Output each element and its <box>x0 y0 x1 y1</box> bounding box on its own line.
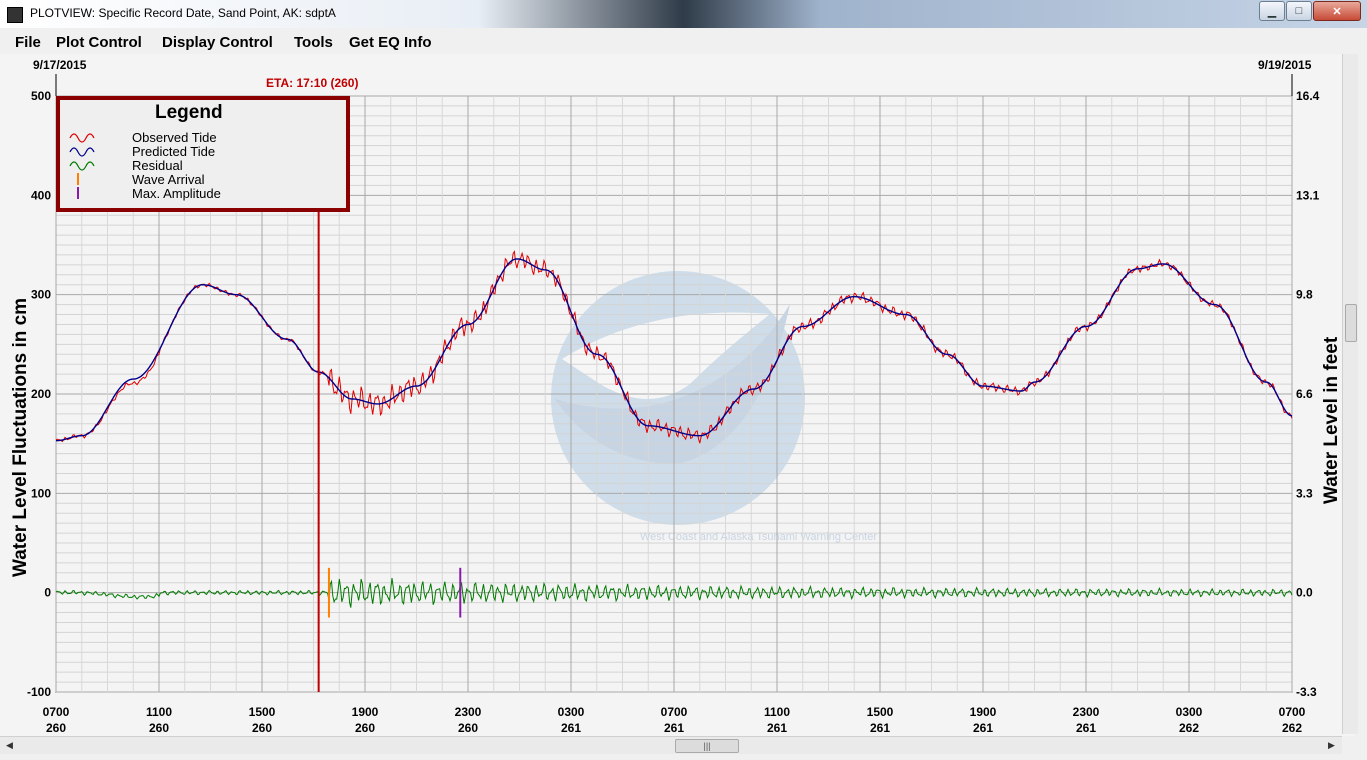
close-button[interactable]: ✕ <box>1313 1 1361 21</box>
vertical-scroll-thumb[interactable] <box>1345 304 1357 342</box>
legend-predicted-label: Predicted Tide <box>132 144 215 159</box>
minimize-icon: ▁ <box>1267 5 1277 18</box>
left-axis-label: Water Level Fluctuations in cm <box>10 298 31 577</box>
x-tick-day-label: 260 <box>355 721 375 735</box>
x-tick-time-label: 0300 <box>558 705 585 719</box>
vertical-scrollbar[interactable] <box>1342 54 1358 734</box>
x-tick-day-label: 262 <box>1282 721 1302 735</box>
x-tick-day-label: 260 <box>252 721 272 735</box>
y-tick-label: 500 <box>31 89 51 103</box>
y-tick-label: 400 <box>31 188 51 202</box>
y2-tick-label: 3.3 <box>1296 486 1313 500</box>
date-left-label: 9/17/2015 <box>33 58 87 72</box>
x-tick-day-label: 261 <box>973 721 993 735</box>
y-tick-label: -100 <box>27 685 51 699</box>
legend-title: Legend <box>155 102 223 123</box>
close-icon: ✕ <box>1332 5 1342 18</box>
y-tick-label: 200 <box>31 387 51 401</box>
legend-wave-arrival-label: Wave Arrival <box>132 172 205 187</box>
scroll-left-icon[interactable]: ◀ <box>6 740 13 751</box>
x-tick-day-label: 260 <box>46 721 66 735</box>
right-axis-label: Water Level in feet <box>1321 336 1342 504</box>
menu-display-control[interactable]: Display Control <box>162 34 273 51</box>
x-tick-day-label: 261 <box>870 721 890 735</box>
maximize-icon: □ <box>1295 5 1303 17</box>
x-tick-time-label: 2300 <box>455 705 482 719</box>
minimize-button[interactable]: ▁ <box>1259 1 1285 21</box>
x-tick-time-label: 2300 <box>1073 705 1100 719</box>
legend-observed-label: Observed Tide <box>132 130 217 145</box>
y2-tick-label: -3.3 <box>1296 685 1317 699</box>
menu-tools[interactable]: Tools <box>294 34 333 51</box>
horizontal-scrollbar[interactable]: ◀ ||| ▶ <box>0 736 1342 754</box>
date-right-label: 9/19/2015 <box>1258 58 1312 72</box>
x-tick-time-label: 1500 <box>867 705 894 719</box>
x-tick-time-label: 1900 <box>352 705 379 719</box>
title-bar: PLOTVIEW: Specific Record Date, Sand Poi… <box>0 0 1367 28</box>
eta-label: ETA: 17:10 (260) <box>266 76 358 90</box>
x-tick-time-label: 0700 <box>43 705 70 719</box>
window-title: PLOTVIEW: Specific Record Date, Sand Poi… <box>30 6 336 20</box>
y-tick-label: 0 <box>44 586 51 600</box>
x-tick-time-label: 0700 <box>661 705 688 719</box>
scroll-right-icon[interactable]: ▶ <box>1328 740 1335 751</box>
x-tick-day-label: 262 <box>1179 721 1199 735</box>
app-icon <box>7 7 23 23</box>
x-tick-time-label: 1100 <box>764 705 790 719</box>
legend-max-amplitude-label: Max. Amplitude <box>132 186 221 201</box>
x-tick-day-label: 261 <box>767 721 787 735</box>
x-tick-time-label: 1500 <box>249 705 276 719</box>
x-tick-day-label: 260 <box>458 721 478 735</box>
x-tick-day-label: 261 <box>1076 721 1096 735</box>
x-tick-time-label: 1100 <box>146 705 172 719</box>
y2-tick-label: 16.4 <box>1296 89 1320 103</box>
legend: Legend Observed Tide Predicted Tide Resi… <box>56 96 350 212</box>
tide-chart: West Coast and Alaska Tsunami Warning Ce… <box>10 58 1342 735</box>
y-tick-label: 100 <box>31 486 51 500</box>
y2-tick-label: 9.8 <box>1296 288 1313 302</box>
y-tick-label: 300 <box>31 288 51 302</box>
menu-file[interactable]: File <box>15 34 41 51</box>
x-tick-time-label: 0700 <box>1279 705 1306 719</box>
x-tick-day-label: 261 <box>561 721 581 735</box>
plot-area: West Coast and Alaska Tsunami Warning Ce… <box>0 54 1355 736</box>
y2-tick-label: 0.0 <box>1296 586 1313 600</box>
menu-plot-control[interactable]: Plot Control <box>56 34 142 51</box>
legend-residual-label: Residual <box>132 158 183 173</box>
y2-tick-label: 13.1 <box>1296 188 1320 202</box>
menu-bar: File Plot Control Display Control Tools … <box>0 30 1367 54</box>
horizontal-scroll-thumb[interactable]: ||| <box>675 739 739 753</box>
x-tick-day-label: 261 <box>664 721 684 735</box>
x-tick-time-label: 1900 <box>970 705 997 719</box>
x-tick-day-label: 260 <box>149 721 169 735</box>
menu-get-eq-info[interactable]: Get EQ Info <box>349 34 432 51</box>
maximize-button[interactable]: □ <box>1286 1 1312 21</box>
x-tick-time-label: 0300 <box>1176 705 1203 719</box>
y2-tick-label: 6.6 <box>1296 387 1313 401</box>
